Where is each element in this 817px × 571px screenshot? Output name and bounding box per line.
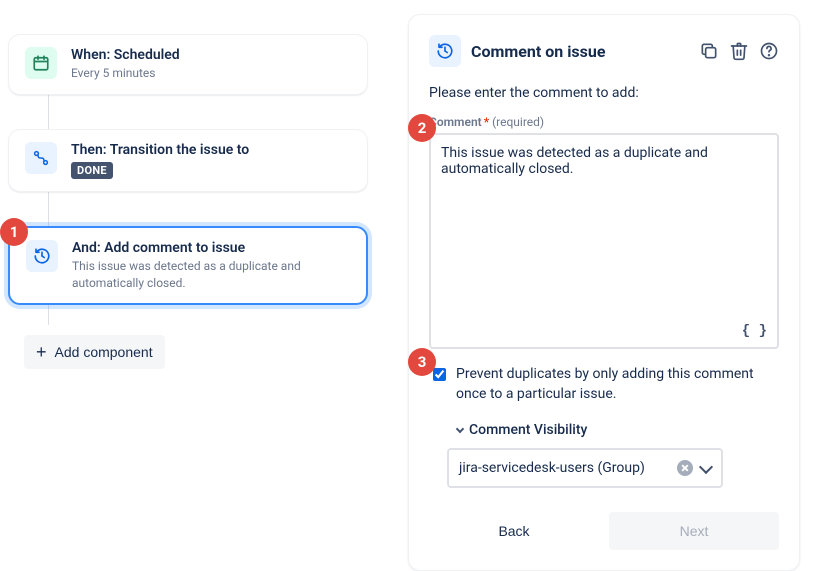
visibility-label: Comment Visibility xyxy=(469,422,587,438)
panel-comment-icon xyxy=(429,35,461,67)
next-button[interactable]: Next xyxy=(609,512,779,550)
comment-card-sub: This issue was detected as a duplicate a… xyxy=(72,258,350,292)
prevent-duplicates-checkbox[interactable] xyxy=(433,367,446,382)
chevron-down-icon[interactable] xyxy=(699,460,713,474)
comment-field-label: Comment* (required) xyxy=(429,115,779,129)
comment-card-title: And: Add comment to issue xyxy=(72,240,350,256)
plus-icon: + xyxy=(36,343,47,361)
comment-icon xyxy=(26,240,58,272)
clear-icon[interactable] xyxy=(677,460,693,476)
visibility-value: jira-servicedesk-users (Group) xyxy=(459,460,669,476)
comment-textarea-wrap: { } xyxy=(429,133,779,349)
code-brace-button[interactable]: { } xyxy=(738,321,771,341)
transition-icon xyxy=(25,142,57,174)
visibility-select[interactable]: jira-servicedesk-users (Group) xyxy=(447,448,723,488)
transition-title: Then: Transition the issue to xyxy=(71,142,351,158)
annotation-3: 3 xyxy=(408,348,436,376)
annotation-2: 2 xyxy=(408,114,436,142)
panel-title: Comment on issue xyxy=(471,42,605,61)
connector-line xyxy=(48,192,49,226)
config-panel: Comment on issue Please enter the commen… xyxy=(408,14,800,571)
status-badge: DONE xyxy=(71,162,113,179)
connector-line xyxy=(48,95,49,129)
back-button[interactable]: Back xyxy=(429,512,599,550)
prevent-duplicates-label: Prevent duplicates by only adding this c… xyxy=(456,365,779,404)
comment-card[interactable]: And: Add comment to issue This issue was… xyxy=(8,226,368,306)
comment-textarea[interactable] xyxy=(431,135,777,347)
visibility-toggle[interactable]: Comment Visibility xyxy=(429,422,779,438)
add-component-label: Add component xyxy=(55,344,153,360)
trigger-card[interactable]: When: Scheduled Every 5 minutes xyxy=(8,34,368,95)
add-component-button[interactable]: + Add component xyxy=(24,335,165,369)
prompt-text: Please enter the comment to add: xyxy=(429,85,779,101)
copy-icon[interactable] xyxy=(699,41,719,61)
transition-card[interactable]: Then: Transition the issue to DONE xyxy=(8,129,368,192)
chevron-down-icon xyxy=(456,425,464,433)
trash-icon[interactable] xyxy=(729,41,749,61)
flow-column: When: Scheduled Every 5 minutes Then: Tr… xyxy=(8,34,368,369)
calendar-icon xyxy=(25,47,57,79)
trigger-title: When: Scheduled xyxy=(71,47,351,63)
annotation-1: 1 xyxy=(0,218,28,246)
connector-line xyxy=(48,305,49,325)
help-icon[interactable] xyxy=(759,41,779,61)
trigger-sub: Every 5 minutes xyxy=(71,65,351,82)
